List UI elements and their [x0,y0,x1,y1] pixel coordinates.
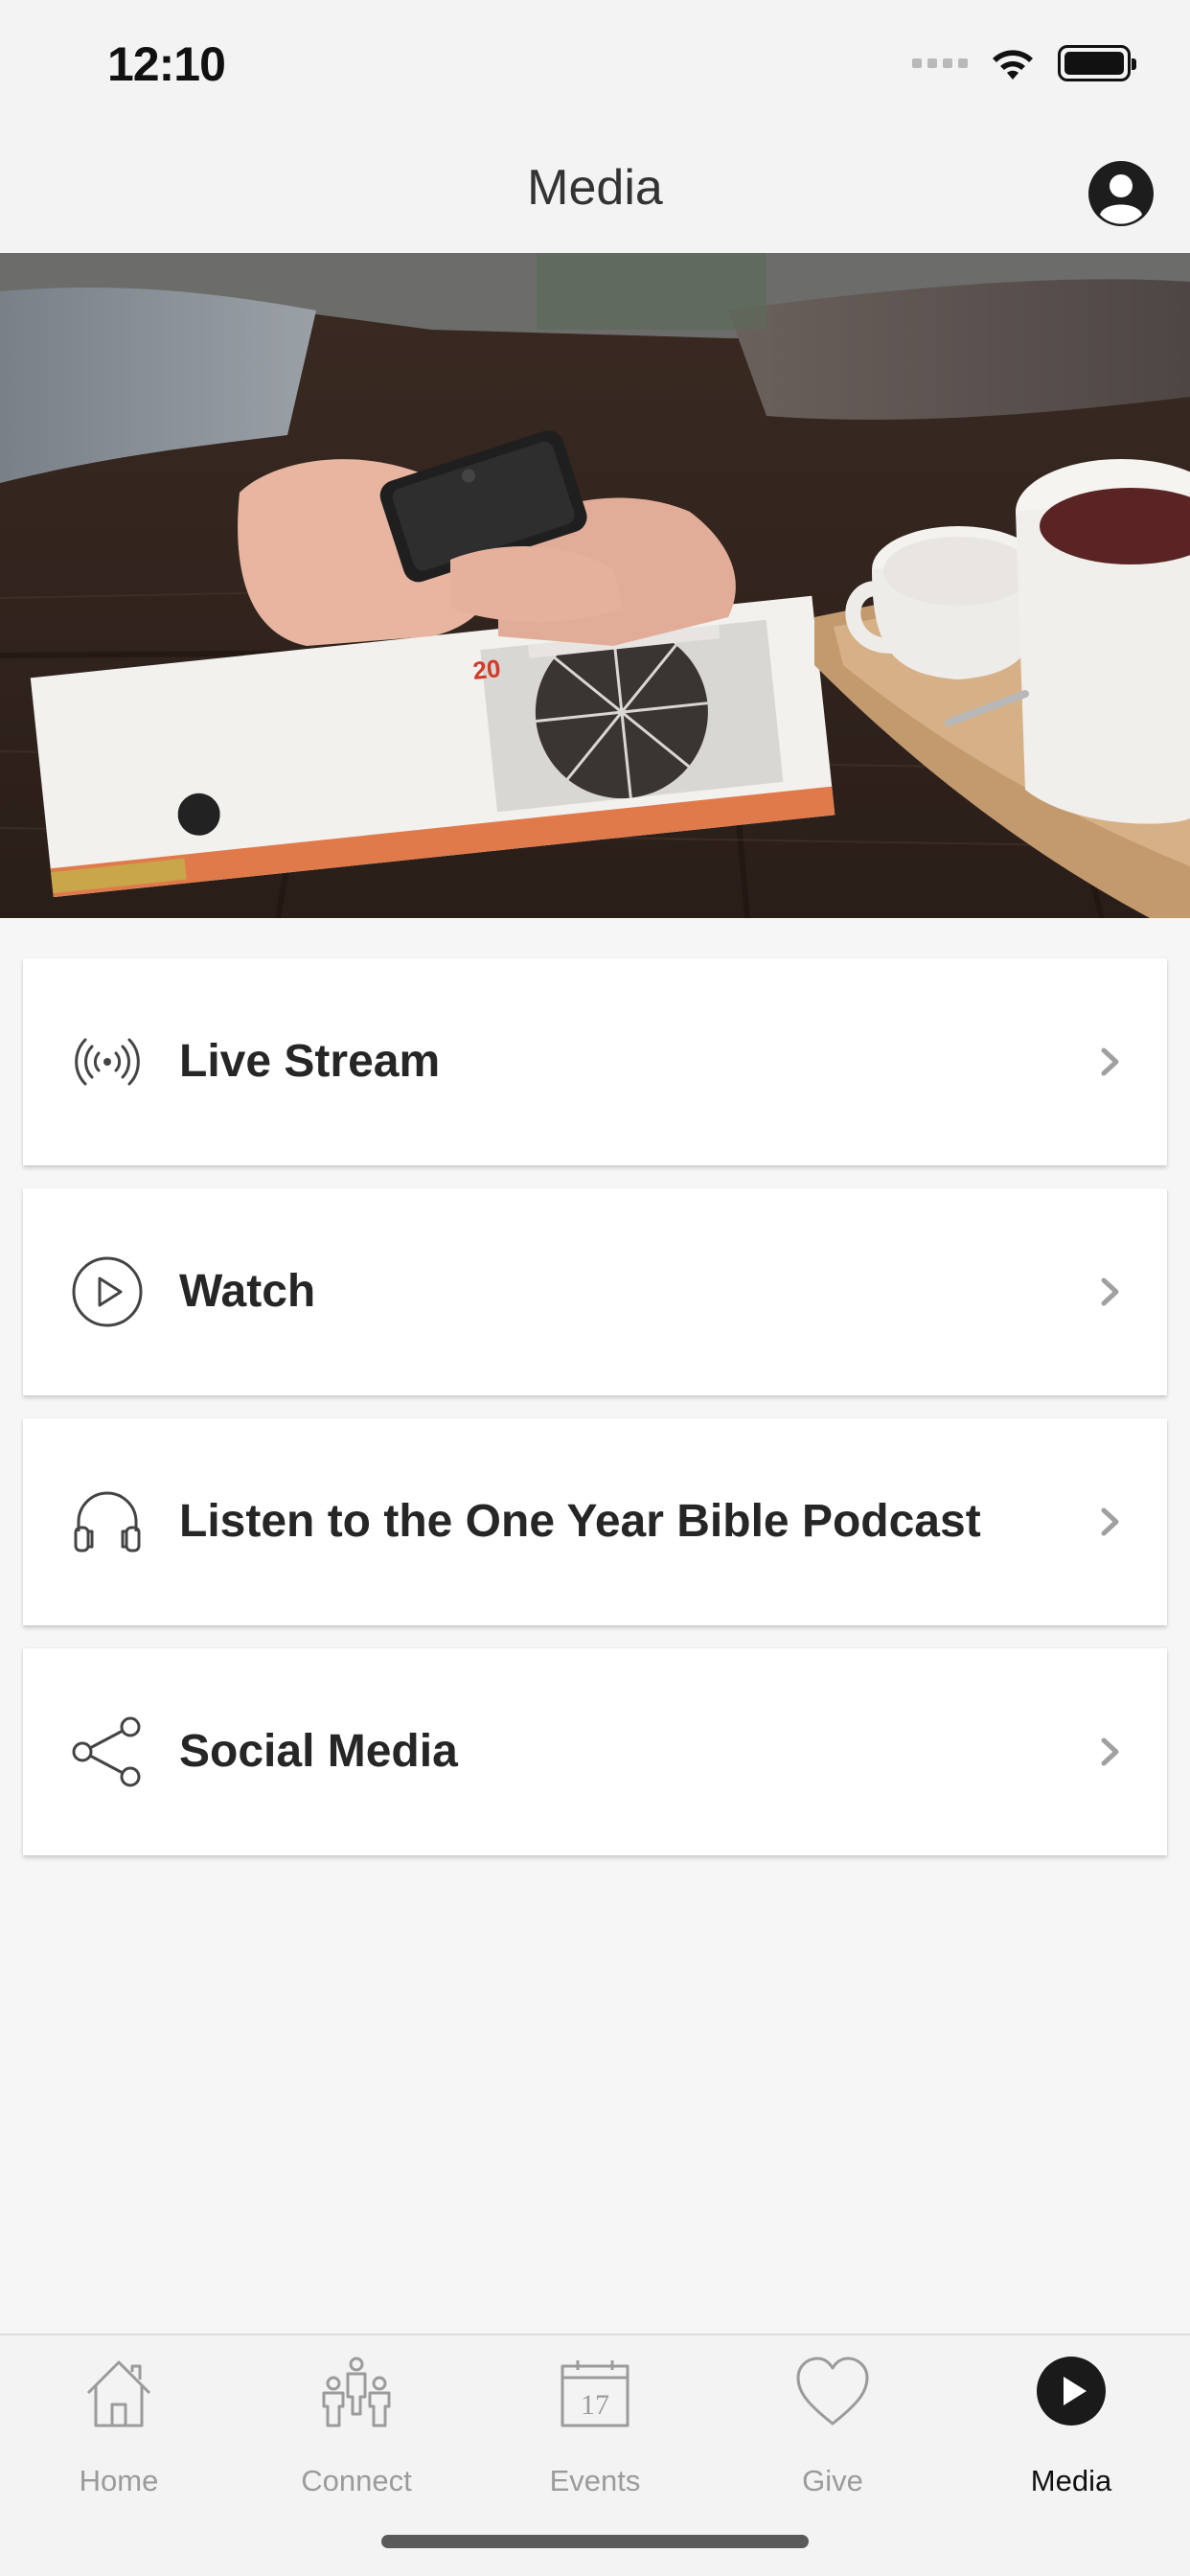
battery-icon [1058,45,1136,81]
play-circle-filled-icon [1037,2357,1106,2426]
chevron-right-icon [1101,1737,1119,1766]
page-title: Media [527,160,663,216]
menu-item-label: Watch [179,1266,316,1317]
chevron-right-icon [1101,1277,1119,1306]
status-time: 12:10 [107,37,226,91]
menu-item-label: Listen to the One Year Bible Podcast [179,1496,981,1547]
wifi-icon [993,50,1033,80]
tab-home[interactable]: Home [0,2335,238,2527]
tab-label: Media [1030,2464,1112,2497]
cellular-signal-icon [912,58,968,68]
people-icon [322,2357,391,2427]
svg-text:20: 20 [471,654,502,685]
menu-item-label: Live Stream [179,1036,441,1087]
home-icon [86,2360,151,2427]
tab-media[interactable]: Media [952,2335,1190,2527]
menu-item-podcast[interactable]: Listen to the One Year Bible Podcast [23,1418,1167,1625]
calendar-day-number: 17 [581,2389,609,2421]
tab-events[interactable]: 17 Events [476,2335,714,2527]
chevron-right-icon [1101,1047,1119,1076]
menu-item-label: Social Media [179,1726,458,1777]
home-indicator[interactable] [381,2535,809,2548]
tab-label: Events [549,2464,641,2497]
menu-item-live-stream[interactable]: Live Stream [23,958,1167,1165]
user-circle-icon[interactable] [1087,159,1156,228]
nav-header: Media [0,134,1190,253]
media-menu-list: Live Stream Watch Listen to the One Year… [23,958,1167,1878]
headphones-icon [69,1484,146,1560]
heart-icon [796,2357,869,2426]
tab-give[interactable]: Give [714,2335,951,2527]
hero-photo: 20 [0,253,1190,918]
tab-label: Home [79,2464,159,2497]
hero-image: 20 [0,253,1190,918]
calendar-icon: 17 [561,2360,629,2427]
menu-item-social-media[interactable]: Social Media [23,1648,1167,1855]
status-icons [912,42,1136,84]
broadcast-icon [69,1024,146,1100]
tab-label: Connect [301,2464,412,2497]
chevron-right-icon [1101,1507,1119,1536]
status-bar: 12:10 [0,0,1190,134]
share-icon [69,1714,146,1790]
tab-label: Give [802,2464,863,2497]
play-circle-icon [69,1254,146,1330]
menu-item-watch[interactable]: Watch [23,1188,1167,1395]
tab-connect[interactable]: Connect [238,2335,475,2527]
